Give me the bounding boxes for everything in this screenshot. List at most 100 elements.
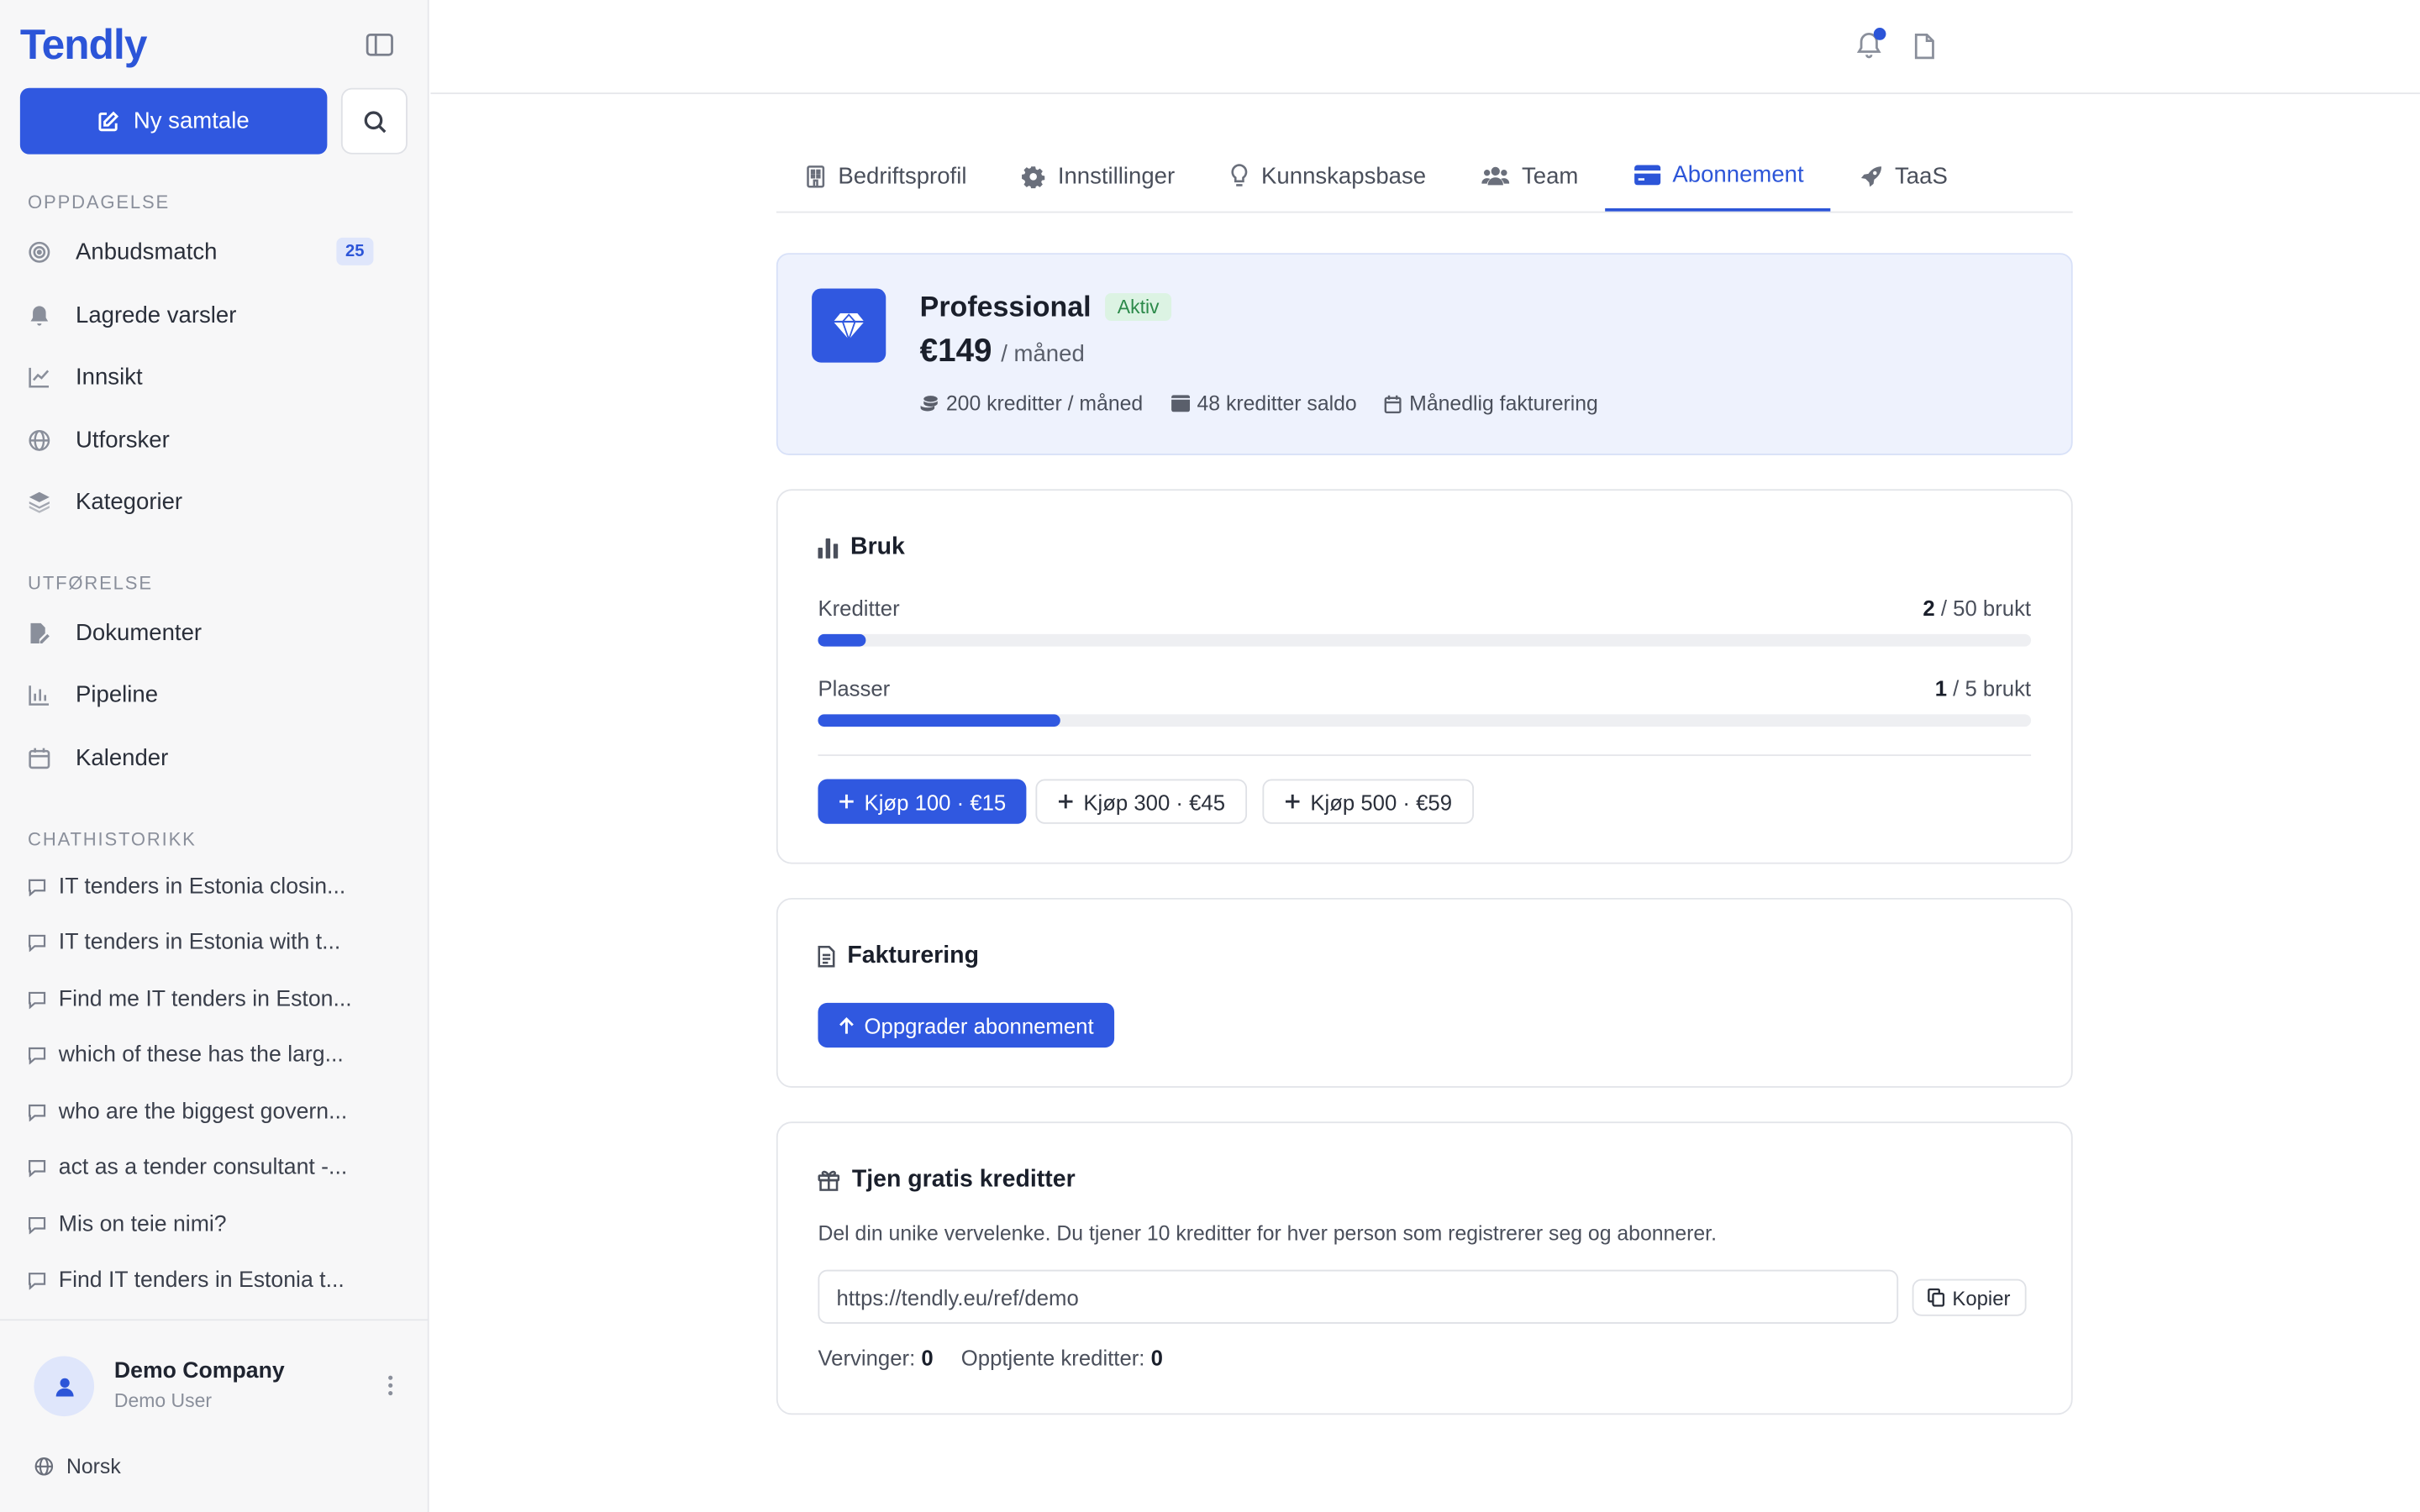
message-icon xyxy=(28,1103,46,1122)
user-name: Demo User xyxy=(113,1389,213,1412)
referral-link-field[interactable] xyxy=(818,1269,1899,1324)
chat-history-item[interactable]: which of these has the larg... xyxy=(28,1037,398,1074)
chat-history-item[interactable]: Find me IT tenders in Eston... xyxy=(28,981,398,1018)
language-selector[interactable]: Norsk xyxy=(34,1455,121,1478)
buy-label: Kjøp 300 · €45 xyxy=(1083,789,1226,814)
credits-label: Kreditter xyxy=(818,595,900,621)
notification-dot xyxy=(1873,28,1886,40)
upgrade-subscription-button[interactable]: Oppgrader abonnement xyxy=(818,1002,1114,1048)
seats-total: / 5 brukt xyxy=(1953,675,2032,701)
layers-icon xyxy=(28,490,51,513)
diamond-icon xyxy=(812,288,886,363)
line-chart-icon xyxy=(28,365,51,388)
buy-500-credits-button[interactable]: Kjøp 500 · €59 xyxy=(1262,779,1474,824)
avatar[interactable] xyxy=(34,1356,95,1417)
credits-used: 2 xyxy=(1923,595,1935,621)
credit-card-icon xyxy=(1634,164,1660,185)
lightbulb-icon xyxy=(1230,164,1249,188)
sidebar: Tendly Ny samtale OPPDAGELSE Anbudsmatch… xyxy=(0,0,429,1512)
user-icon xyxy=(53,1375,75,1397)
seats-label: Plasser xyxy=(818,675,891,701)
logo[interactable]: Tendly xyxy=(20,22,148,70)
current-plan-card: Professional Aktiv €149 / måned 200 kred… xyxy=(776,253,2073,455)
sidebar-item-explorer[interactable]: Utforsker xyxy=(28,417,401,463)
sidebar-item-documents[interactable]: Dokumenter xyxy=(28,609,401,655)
bell-icon xyxy=(28,303,51,327)
chat-history-item[interactable]: who are the biggest govern... xyxy=(28,1094,398,1131)
sidebar-item-anbudsmatch[interactable]: Anbudsmatch 25 xyxy=(28,228,401,275)
calendar-icon xyxy=(28,746,51,769)
chat-history-item[interactable]: IT tenders in Estonia closin... xyxy=(28,869,398,906)
chat-history-item[interactable]: Mis on teie nimi? xyxy=(28,1206,398,1243)
buy-300-credits-button[interactable]: Kjøp 300 · €45 xyxy=(1035,779,1247,824)
credits-progress-fill xyxy=(818,633,867,647)
message-icon xyxy=(28,878,46,897)
gift-icon xyxy=(818,1169,840,1191)
tab-label: TaaS xyxy=(1895,162,1948,189)
sidebar-item-insights[interactable]: Innsikt xyxy=(28,354,401,400)
sidebar-item-label: Pipeline xyxy=(75,680,159,708)
tab-taas[interactable]: TaaS xyxy=(1830,140,1974,211)
tab-team[interactable]: Team xyxy=(1452,140,1604,211)
chat-history-item[interactable]: Find IT tenders in Estonia t... xyxy=(28,1262,398,1299)
top-bar xyxy=(430,0,2420,95)
chat-history-item[interactable]: act as a tender consultant -... xyxy=(28,1149,398,1186)
sidebar-item-calendar[interactable]: Kalender xyxy=(28,734,401,780)
sidebar-toggle-icon[interactable] xyxy=(366,33,397,60)
tab-label: Kunnskapsbase xyxy=(1261,162,1427,189)
tab-company-profile[interactable]: Bedriftsprofil xyxy=(776,140,993,211)
buy-label: Kjøp 500 · €59 xyxy=(1310,789,1453,814)
message-icon xyxy=(28,1046,46,1065)
billing-title-text: Fakturering xyxy=(847,942,979,969)
chat-history-label: Mis on teie nimi? xyxy=(58,1212,227,1238)
seats-progress-bar xyxy=(818,714,2032,727)
tab-knowledge-base[interactable]: Kunnskapsbase xyxy=(1201,140,1452,211)
message-icon xyxy=(28,1271,46,1290)
company-name: Demo Company xyxy=(113,1359,285,1384)
invoice-icon xyxy=(818,945,835,968)
message-icon xyxy=(28,933,46,953)
chat-history-label: act as a tender consultant -... xyxy=(58,1155,348,1181)
referral-description: Del din unike vervelenke. Du tjener 10 k… xyxy=(818,1221,1717,1246)
billing-title: Fakturering xyxy=(818,942,979,970)
plus-icon xyxy=(838,793,855,810)
new-chat-button[interactable]: Ny samtale xyxy=(19,87,328,155)
section-label-history: CHATHISTORIKK xyxy=(28,828,197,851)
referral-stats: Vervinger: 0 Opptjente kreditter: 0 xyxy=(818,1346,1162,1370)
search-icon xyxy=(362,108,387,133)
tab-subscription[interactable]: Abonnement xyxy=(1604,140,1830,212)
plan-name: Professional xyxy=(919,290,1092,323)
billing-cycle-text: Månedlig fakturering xyxy=(1409,391,1598,416)
arrow-up-icon xyxy=(838,1016,855,1034)
buy-100-credits-button[interactable]: Kjøp 100 · €15 xyxy=(818,779,1027,824)
search-button[interactable] xyxy=(340,87,408,155)
usage-title-text: Bruk xyxy=(850,533,905,560)
referral-title-text: Tjen gratis kreditter xyxy=(851,1166,1076,1193)
chat-history-item[interactable]: IT tenders in Estonia with t... xyxy=(28,924,398,961)
target-icon xyxy=(28,240,51,264)
billing-cycle: Månedlig fakturering xyxy=(1384,391,1598,416)
sidebar-item-categories[interactable]: Kategorier xyxy=(28,478,401,524)
message-icon xyxy=(28,990,46,1010)
user-panel: Demo Company Demo User Norsk xyxy=(0,1319,429,1512)
referral-title: Tjen gratis kreditter xyxy=(818,1166,1076,1194)
globe-icon xyxy=(28,428,51,452)
sidebar-item-pipeline[interactable]: Pipeline xyxy=(28,671,401,717)
more-options-icon[interactable] xyxy=(386,1373,395,1406)
rocket-icon xyxy=(1860,165,1883,188)
seats-progress-fill xyxy=(818,714,1061,727)
file-edit-icon xyxy=(28,621,51,644)
edit-icon xyxy=(98,110,120,132)
tab-settings[interactable]: Innstillinger xyxy=(993,140,1202,211)
document-icon[interactable] xyxy=(1914,33,1936,68)
referrals-label: Vervinger: xyxy=(818,1345,916,1370)
referral-card: Tjen gratis kreditter Del din unike verv… xyxy=(776,1121,2073,1415)
sidebar-item-label: Innsikt xyxy=(75,363,143,390)
language-label: Norsk xyxy=(66,1455,121,1478)
users-icon xyxy=(1481,165,1510,187)
copy-link-button[interactable]: Kopier xyxy=(1912,1278,2026,1316)
building-icon xyxy=(806,165,826,188)
calendar-icon xyxy=(1384,394,1402,413)
globe-icon xyxy=(34,1457,54,1477)
sidebar-item-saved-alerts[interactable]: Lagrede varsler xyxy=(28,291,401,338)
